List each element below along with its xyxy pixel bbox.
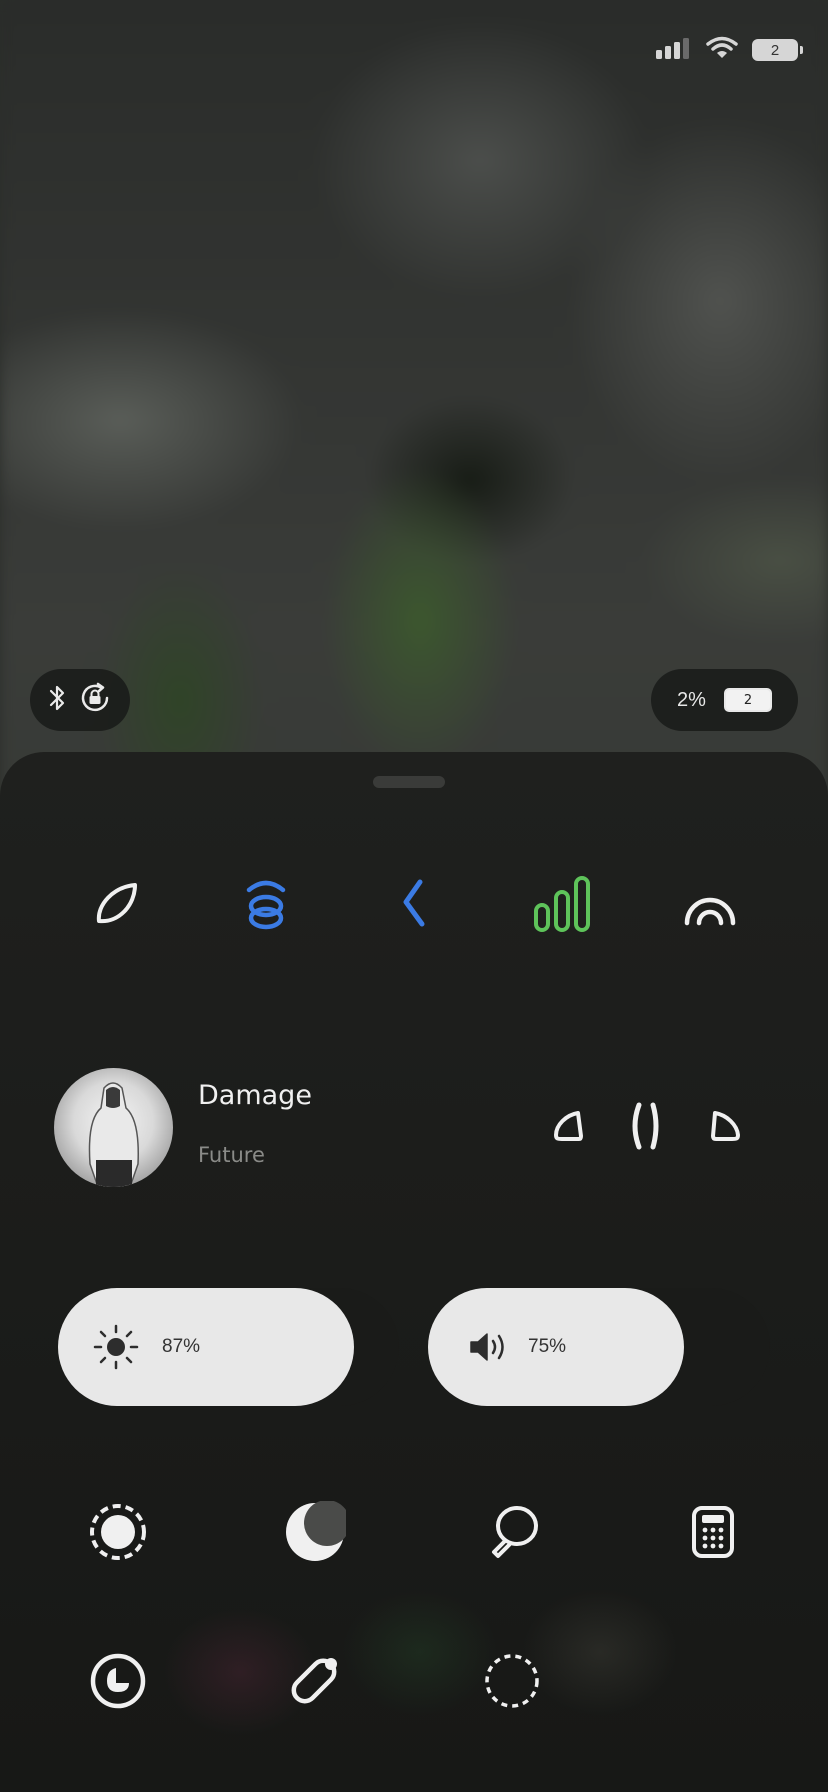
night-mode-icon <box>284 1500 350 1567</box>
speaker-icon <box>468 1330 510 1364</box>
previous-icon <box>552 1109 584 1147</box>
pause-button[interactable] <box>626 1100 668 1156</box>
hotspot-icon <box>681 879 739 933</box>
clock-icon <box>89 1652 147 1714</box>
toggle-wifi[interactable] <box>236 876 296 936</box>
volume-slider[interactable]: 75% <box>428 1288 770 1406</box>
wifi-icon <box>706 36 738 64</box>
cellular-signal-icon <box>654 36 692 64</box>
next-button[interactable] <box>708 1106 744 1150</box>
battery-saver-icon <box>286 1652 344 1714</box>
clock-button[interactable] <box>86 1651 150 1715</box>
bluetooth-icon <box>396 876 432 936</box>
battery-pill[interactable]: 2% 2 <box>651 669 798 731</box>
brightness-slider-fill: 87% <box>58 1288 354 1406</box>
previous-button[interactable] <box>550 1106 586 1150</box>
battery-saver-button[interactable] <box>283 1651 347 1715</box>
toggle-data-saver[interactable] <box>86 876 146 936</box>
volume-value: 75% <box>528 1336 567 1357</box>
connectivity-pill[interactable] <box>30 669 130 731</box>
calculator-icon <box>691 1505 735 1563</box>
calculator-button[interactable] <box>681 1502 745 1566</box>
album-cover-figure <box>88 1082 139 1187</box>
battery-level: 2 <box>743 692 753 708</box>
toggle-mobile-data[interactable] <box>532 876 592 936</box>
bluetooth-icon <box>48 683 66 717</box>
focus-mode-button[interactable] <box>86 1502 150 1566</box>
screen-record-icon <box>483 1652 541 1714</box>
focus-mode-icon <box>88 1502 148 1566</box>
battery-level: 2 <box>770 41 780 59</box>
status-bar: 2 <box>654 30 803 70</box>
pause-icon <box>629 1101 665 1155</box>
signal-bars-icon <box>533 875 591 937</box>
sun-icon <box>92 1323 140 1371</box>
toggle-bluetooth[interactable] <box>384 876 444 936</box>
battery-icon: 2 <box>752 39 803 61</box>
media-artist: Future <box>198 1143 265 1167</box>
screen-record-button[interactable] <box>480 1651 544 1715</box>
wifi-icon <box>244 876 288 936</box>
battery-percent: 2% <box>677 688 706 711</box>
night-mode-button[interactable] <box>283 1500 350 1567</box>
brightness-value: 87% <box>162 1336 201 1357</box>
flashlight-button[interactable] <box>480 1502 544 1566</box>
next-icon <box>709 1109 743 1147</box>
battery-icon: 2 <box>723 688 772 712</box>
media-title: Damage <box>198 1080 312 1111</box>
brightness-slider[interactable]: 87% <box>58 1288 399 1406</box>
album-art[interactable] <box>54 1068 173 1187</box>
sheet-handle[interactable] <box>373 776 445 788</box>
rotation-lock-icon <box>78 681 112 719</box>
flashlight-icon <box>484 1504 540 1564</box>
leaf-icon <box>91 879 141 933</box>
volume-slider-fill: 75% <box>428 1288 684 1406</box>
toggle-hotspot[interactable] <box>680 876 740 936</box>
